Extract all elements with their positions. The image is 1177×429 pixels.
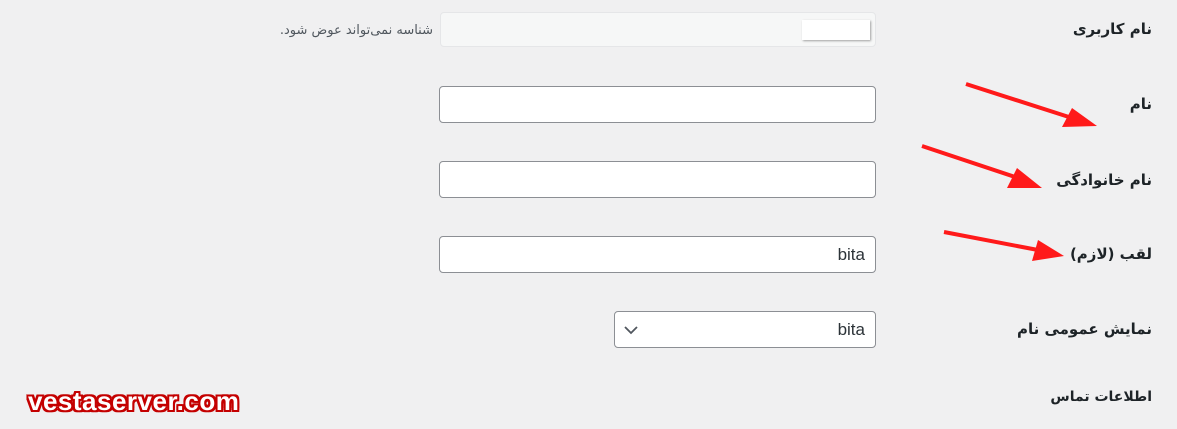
red-arrow-icon xyxy=(943,230,1064,261)
red-arrow-icon xyxy=(965,82,1097,127)
red-arrow-icon xyxy=(921,144,1042,188)
annotation-arrows xyxy=(921,82,1097,261)
